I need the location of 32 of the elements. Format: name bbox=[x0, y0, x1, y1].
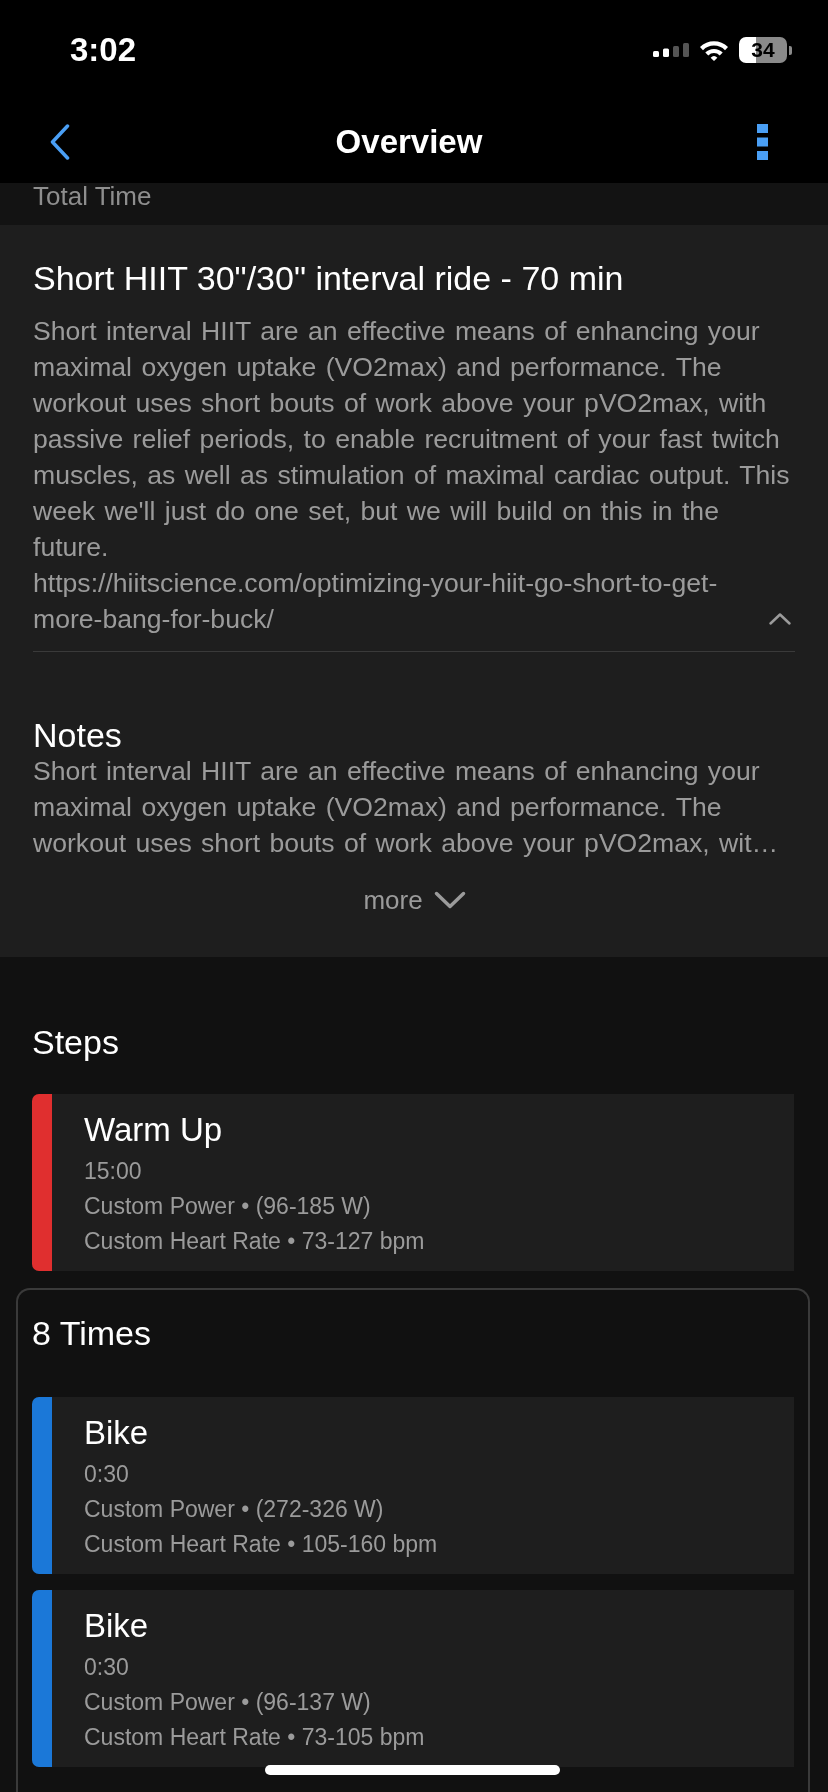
step-target: Custom Heart Rate • 105-160 bpm bbox=[84, 1530, 438, 1559]
summary-label: Total Time bbox=[33, 183, 152, 209]
vertical-dots-icon bbox=[757, 123, 768, 160]
workout-description: Short interval HIIT are an effective means of enhancing your maximal oxygen uptake (VO2max) and performance. The workout uses short bouts of work above your pVO2max, with passive relief periods, to enable recruitment of your fast twitch muscles, as well as stimulation of maximal cardiac output. This week we'll just do one set, but we will build on this in the future. bbox=[33, 315, 791, 564]
url-text: https://hiitscience.com/optimizing-your-hiit-go-short-to-get-more-bang-for-buck/ bbox=[33, 567, 719, 636]
step-duration: 15:00 bbox=[84, 1157, 143, 1186]
chevron-up-icon bbox=[768, 612, 792, 626]
back-button[interactable] bbox=[50, 123, 70, 160]
repeat-count: 8 Times bbox=[32, 1313, 153, 1353]
workout-title: Short HIIT 30"/30" interval ride - 70 min bbox=[33, 260, 625, 296]
more-button[interactable]: more bbox=[363, 882, 467, 918]
notes-title: Notes bbox=[33, 717, 123, 753]
step-target: Custom Heart Rate • 73-105 bpm bbox=[84, 1723, 425, 1752]
step-name: Warm Up bbox=[84, 1110, 224, 1150]
step-duration: 0:30 bbox=[84, 1653, 130, 1682]
notes-text: Short interval HIIT are an effective means of enhancing your maximal oxygen uptake (VO2max) and performance. The workout uses short bouts of work above your pVO2max, wit… bbox=[33, 755, 780, 860]
steps-title: Steps bbox=[32, 1022, 120, 1062]
chevron-down-icon bbox=[432, 890, 467, 910]
chevron-left-icon bbox=[50, 123, 70, 160]
step-target: Custom Power • (96-185 W) bbox=[84, 1192, 372, 1221]
step-name: Bike bbox=[84, 1413, 150, 1453]
step-duration: 0:30 bbox=[84, 1460, 130, 1489]
wifi-icon bbox=[699, 39, 729, 61]
signal-icon bbox=[653, 43, 689, 57]
status-time: 3:02 bbox=[70, 31, 137, 69]
more-options-button[interactable] bbox=[757, 123, 768, 160]
step-target: Custom Power • (96-137 W) bbox=[84, 1688, 372, 1717]
step-target: Custom Power • (272-326 W) bbox=[84, 1495, 385, 1524]
step-name: Bike bbox=[84, 1606, 150, 1646]
step-target: Custom Heart Rate • 73-127 bpm bbox=[84, 1227, 425, 1256]
page-title: Overview bbox=[335, 121, 483, 162]
collapse-button[interactable] bbox=[768, 612, 792, 626]
